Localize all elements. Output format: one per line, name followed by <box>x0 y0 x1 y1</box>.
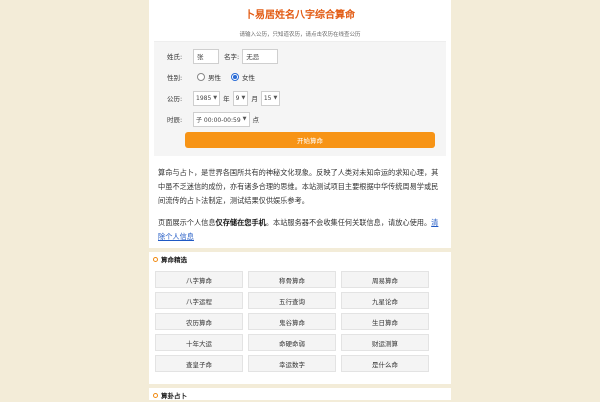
name-input[interactable]: 无忌 <box>242 48 279 64</box>
name-row: 姓氏: 张 名字: 无忌 <box>161 48 439 64</box>
fortune-section-header: 算命精选 <box>149 248 451 266</box>
female-radio[interactable] <box>231 73 239 81</box>
year-unit: 年 <box>223 95 230 103</box>
divination-section-header: 算卦占卜 <box>149 384 451 402</box>
chevron-down-icon: ▼ <box>273 95 278 101</box>
fortune-section-title: 算命精选 <box>161 256 187 264</box>
month-value: 9 <box>235 94 240 102</box>
page-subtitle: 请输入公历，只知道农历，请点击农历在线查公历 <box>154 26 446 42</box>
fortune-item[interactable]: 八字运程 <box>155 292 243 309</box>
fortune-grid: 八字算命 称骨算命 周易算命八字运程 五行查询 九星论命农历算命 鬼谷算命 生日算命十年大运… <box>149 266 451 372</box>
privacy-paragraph: 页面展示个人信息仅存储在您手机。本站服务器不会收集任何关联信息，请放心使用。清除… <box>158 216 442 244</box>
chevron-down-icon: ▼ <box>242 116 247 122</box>
fortune-item[interactable]: 财运测算 <box>341 334 429 351</box>
fortune-item[interactable]: 查皇子命 <box>155 355 243 372</box>
privacy-text-suffix: 。本站服务器不会收集任何关联信息，请放心使用。 <box>265 218 432 227</box>
date-row: 公历: 1985 ▼ 年 9 ▼ 月 15 ▼ <box>161 90 439 106</box>
hour-unit: 点 <box>252 116 260 124</box>
year-select[interactable]: 1985 ▼ <box>193 90 221 106</box>
divination-section-title: 算卦占卜 <box>161 392 187 400</box>
description: 算命与占卜，是世界各国所共有的神秘文化现象。反映了人类对未知命运的求知心理，其中… <box>149 156 451 244</box>
surname-input[interactable]: 张 <box>193 48 219 64</box>
fortune-item[interactable]: 是什么命 <box>341 355 429 372</box>
fortune-item[interactable]: 九星论命 <box>341 292 429 309</box>
gender-label: 性别: <box>167 74 183 82</box>
fortune-item[interactable]: 周易算命 <box>341 271 429 288</box>
surname-label: 姓氏: <box>167 53 183 61</box>
chevron-down-icon: ▼ <box>213 95 218 101</box>
page-title: 卜易居姓名八字综合算命 <box>245 9 355 21</box>
fortune-item[interactable]: 命硬命弱 <box>248 334 336 351</box>
gender-row: 性别: 男性 女性 <box>161 69 439 85</box>
privacy-text-prefix: 页面展示个人信息 <box>158 218 216 227</box>
time-row: 时辰: 子 00:00-00:59 ▼ 点 <box>161 111 439 127</box>
year-value: 1985 <box>196 94 212 102</box>
fortune-item[interactable]: 幸运数字 <box>248 355 336 372</box>
male-option-label: 男性 <box>208 74 221 82</box>
circle-bullet-icon <box>153 256 158 262</box>
privacy-text-bold: 仅存储在您手机 <box>215 218 266 227</box>
chevron-down-icon: ▼ <box>241 95 246 101</box>
hour-value: 子 00:00-00:59 <box>196 116 241 124</box>
description-paragraph: 算命与占卜，是世界各国所共有的神秘文化现象。反映了人类对未知命运的求知心理，其中… <box>158 168 439 205</box>
date-label: 公历: <box>167 95 183 103</box>
fortune-item[interactable]: 八字算命 <box>155 271 243 288</box>
female-option-label: 女性 <box>242 74 255 82</box>
fortune-item[interactable]: 称骨算命 <box>248 271 336 288</box>
circle-bullet-icon <box>153 392 158 398</box>
start-fortune-button[interactable]: 开始算命 <box>185 132 435 148</box>
page-container: 卜易居姓名八字综合算命 请输入公历，只知道农历，请点击农历在线查公历 姓氏: 张… <box>149 0 451 400</box>
birth-info-form: 姓氏: 张 名字: 无忌 性别: 男性 女性 公历: 1985 ▼ 年 9 ▼ 月 … <box>154 42 446 156</box>
fortune-item[interactable]: 五行查询 <box>248 292 336 309</box>
fortune-item[interactable]: 农历算命 <box>155 313 243 330</box>
hour-select[interactable]: 子 00:00-00:59 ▼ <box>193 111 250 127</box>
name-label: 名字: <box>224 53 240 61</box>
fortune-item[interactable]: 十年大运 <box>155 334 243 351</box>
fortune-item[interactable]: 生日算命 <box>341 313 429 330</box>
day-value: 15 <box>263 94 272 102</box>
male-radio[interactable] <box>197 73 205 81</box>
fortune-item[interactable]: 鬼谷算命 <box>248 313 336 330</box>
month-unit: 月 <box>251 95 258 103</box>
month-select[interactable]: 9 ▼ <box>232 90 249 106</box>
day-select[interactable]: 15 ▼ <box>260 90 281 106</box>
time-label: 时辰: <box>167 116 183 124</box>
